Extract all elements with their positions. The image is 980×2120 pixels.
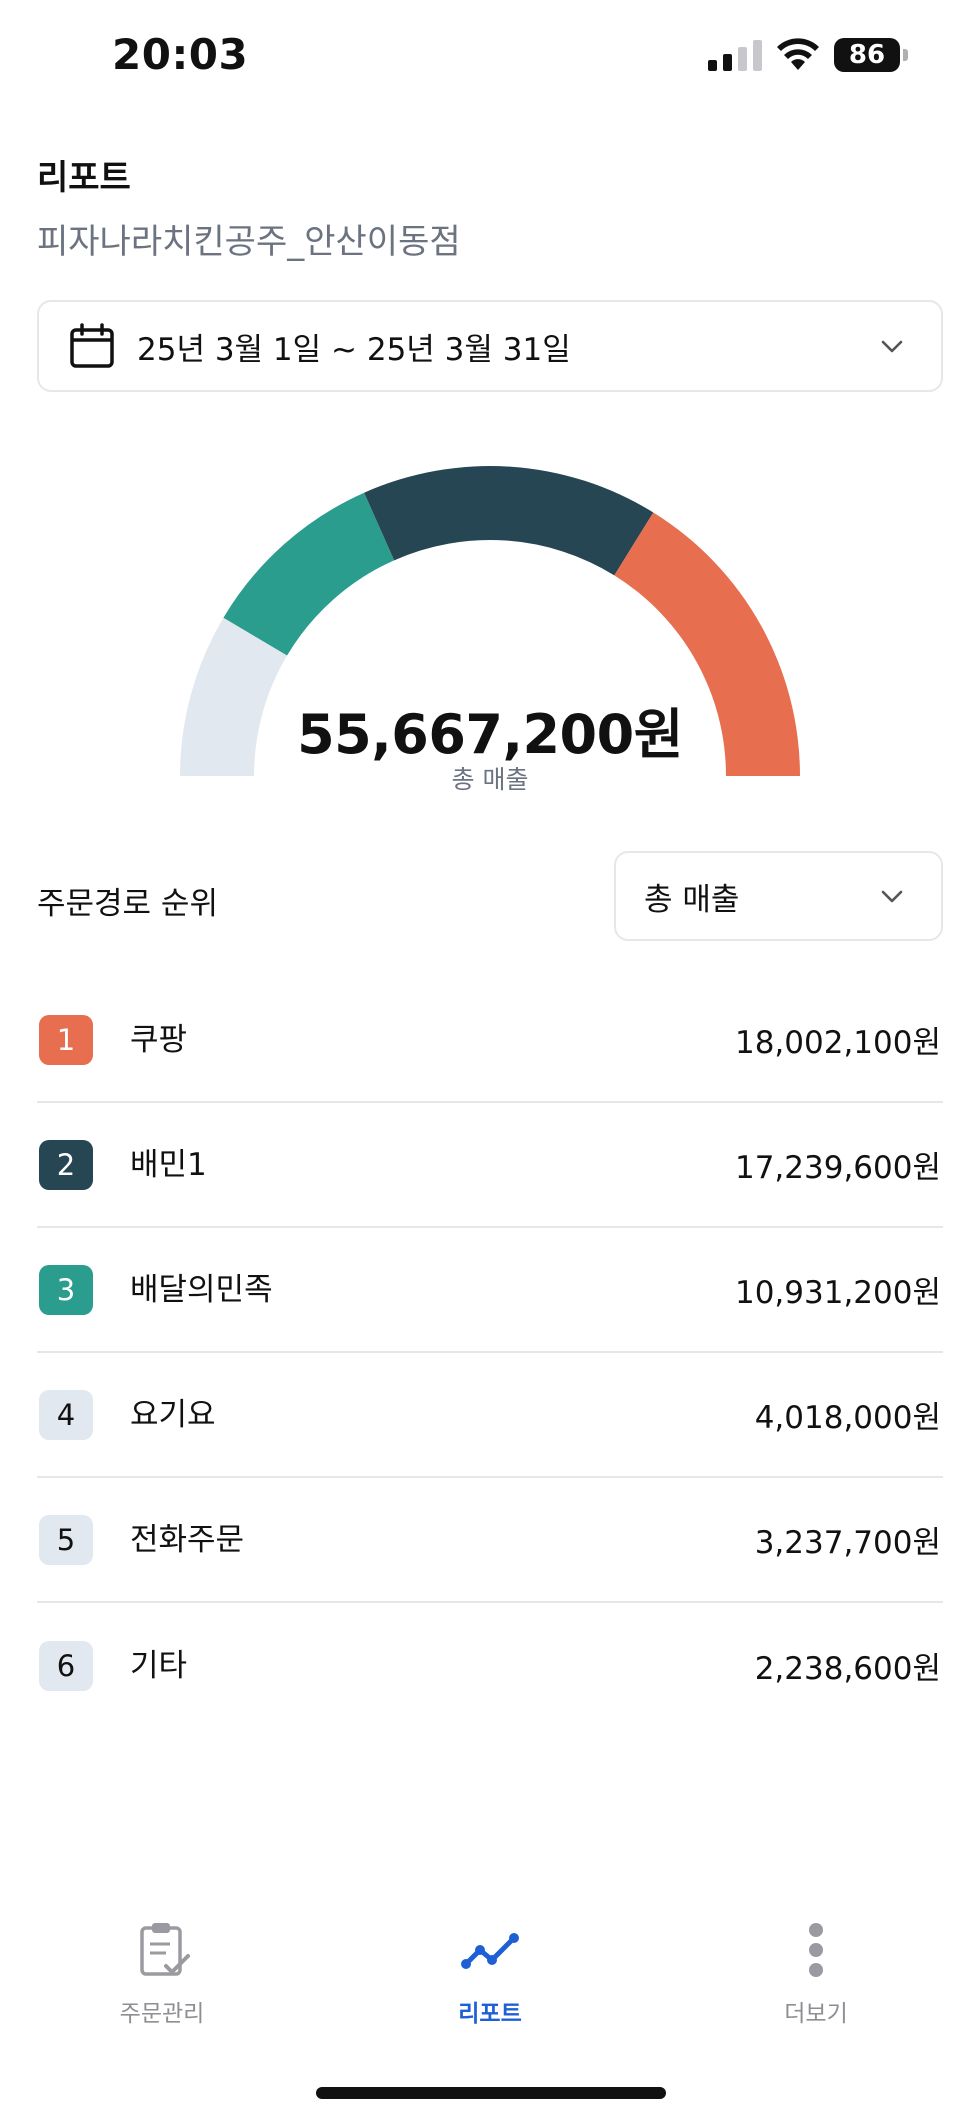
line-chart-icon [461,1933,519,1969]
chevron-down-icon [881,890,903,903]
store-name: 피자나라치킨공주_안산이동점 [37,222,461,262]
ranking-title: 주문경로 순위 [37,886,218,922]
table-row: 5 전화주문 3,237,700원 [37,1478,943,1603]
calendar-icon [70,323,114,368]
nav-item-report[interactable]: 리포트 [390,1920,590,2028]
cellular-signal-icon [708,39,762,71]
page-title: 리포트 [37,158,131,198]
rank-badge: 4 [39,1389,93,1440]
battery-level: 86 [848,40,886,70]
total-sales-label: 총 매출 [451,765,529,794]
status-time: 20:03 [112,30,249,79]
channel-sales-value: 4,018,000원 [754,1400,941,1436]
nav-label: 더보기 [784,2001,848,2027]
table-row: 4 요기요 4,018,000원 [37,1353,943,1478]
metric-dropdown[interactable]: 총 매출 [614,851,943,941]
rank-badge: 5 [39,1514,93,1565]
battery-indicator: 86 [834,38,908,72]
status-bar: 20:03 86 [0,0,980,116]
channel-name: 기타 [130,1648,188,1684]
nav-item-more[interactable]: 더보기 [716,1920,916,2028]
gauge-segment-rank-2 [364,466,654,576]
clipboard-check-icon [140,1923,190,1976]
channel-name: 배민1 [130,1147,207,1183]
channel-name: 요기요 [130,1397,216,1433]
wifi-icon [777,38,819,70]
battery-icon: 86 [834,38,900,72]
status-indicators: 86 [708,38,908,72]
date-range-label: 25년 3월 1일 ~ 25년 3월 31일 [137,331,571,368]
channel-sales-value: 18,002,100원 [734,1025,941,1061]
total-sales-amount: 55,667,200원 [297,703,683,766]
home-indicator [316,2087,666,2099]
rank-badge: 2 [39,1139,93,1190]
bottom-navigation: 주문관리 리포트 더보기 [0,1920,980,2050]
channel-sales-value: 2,238,600원 [754,1651,941,1687]
channel-name: 전화주문 [130,1522,245,1558]
rank-badge: 3 [39,1264,93,1315]
table-row: 3 배달의민족 10,931,200원 [37,1228,943,1353]
nav-item-orders[interactable]: 주문관리 [62,1920,262,2028]
rank-badge: 1 [39,1014,93,1065]
rank-badge: 6 [39,1640,93,1691]
gauge-segment-rank-3 [223,492,395,656]
nav-label: 주문관리 [119,2001,205,2027]
chevron-down-icon [881,340,903,353]
channel-sales-value: 3,237,700원 [754,1525,941,1561]
channel-name: 배달의민족 [130,1272,273,1308]
more-vertical-icon [809,1923,823,1977]
ranking-list: 1 쿠팡 18,002,100원 2 배민1 17,239,600원 3 배달의… [37,978,943,1728]
table-row: 6 기타 2,238,600원 [37,1603,943,1728]
channel-sales-value: 10,931,200원 [734,1275,941,1311]
channel-name: 쿠팡 [130,1022,188,1058]
nav-label: 리포트 [458,2001,522,2027]
channel-sales-value: 17,239,600원 [734,1150,941,1186]
table-row: 1 쿠팡 18,002,100원 [37,978,943,1103]
date-range-selector[interactable]: 25년 3월 1일 ~ 25년 3월 31일 [37,300,943,392]
metric-selected-value: 총 매출 [644,881,740,918]
table-row: 2 배민1 17,239,600원 [37,1103,943,1228]
